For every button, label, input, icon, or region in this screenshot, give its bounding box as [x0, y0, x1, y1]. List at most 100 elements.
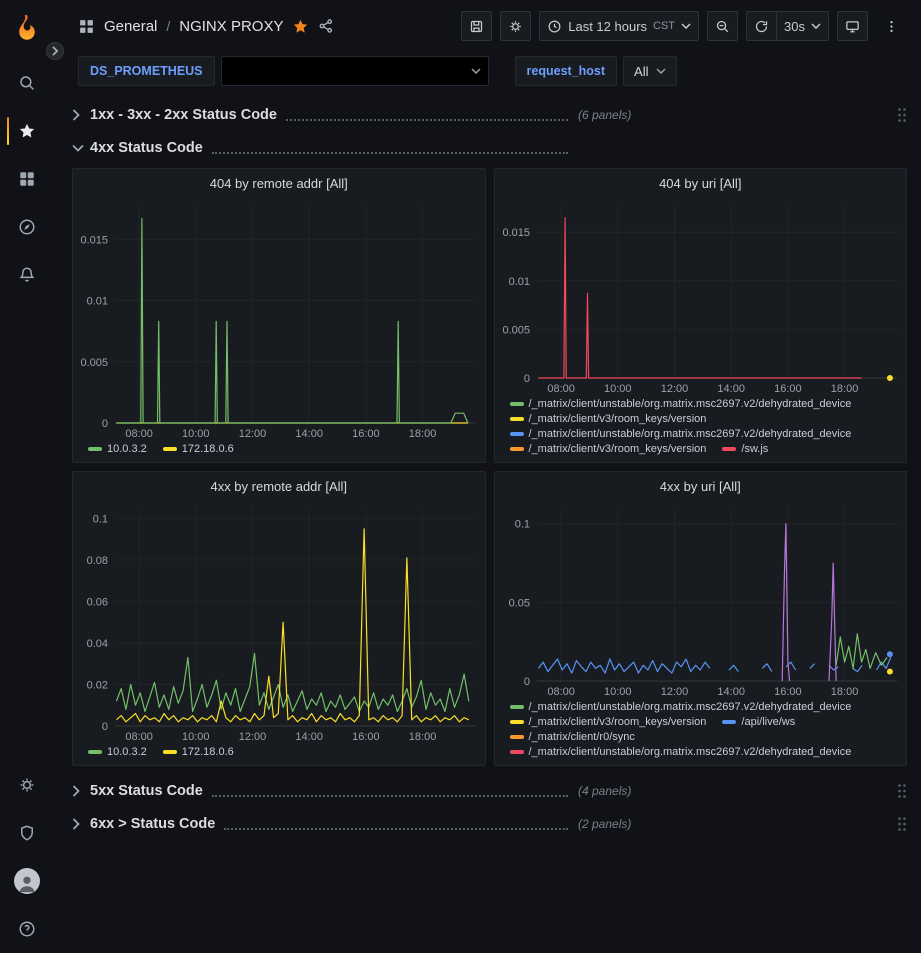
chart-legend: /_matrix/client/unstable/org.matrix.msc2…: [495, 699, 907, 765]
svg-text:08:00: 08:00: [125, 428, 153, 440]
row-drag-handle[interactable]: [897, 107, 907, 123]
series-line: [538, 218, 861, 378]
legend-label: 10.0.3.2: [107, 746, 147, 758]
more-options-button[interactable]: [876, 11, 907, 41]
row-panel-count: (4 panels): [578, 784, 631, 798]
refresh-interval-select[interactable]: 30s: [776, 11, 829, 41]
legend-swatch: [163, 447, 177, 451]
grafana-logo[interactable]: [10, 11, 44, 45]
legend-label: /_matrix/client/unstable/org.matrix.msc2…: [529, 398, 852, 410]
legend-swatch: [510, 720, 524, 724]
sidebar-item-search[interactable]: [5, 59, 49, 107]
sidebar-item-starred[interactable]: [5, 107, 49, 155]
legend-item[interactable]: /sw.js: [722, 443, 768, 455]
variable-ds-value-select[interactable]: [221, 56, 489, 86]
refresh-icon: [754, 19, 769, 34]
timeseries-chart[interactable]: 08:0010:0012:0014:0016:0018:0000.020.040…: [73, 500, 485, 744]
search-icon: [18, 74, 36, 92]
sidebar-item-server-admin[interactable]: [5, 809, 49, 857]
row-header-1xx-3xx-2xx[interactable]: 1xx - 3xx - 2xx Status Code (6 panels): [72, 102, 907, 128]
breadcrumb-section[interactable]: General: [104, 18, 157, 35]
panel-title[interactable]: 4xx by remote addr [All]: [73, 472, 485, 500]
legend-swatch: [510, 735, 524, 739]
legend-item[interactable]: /_matrix/client/unstable/org.matrix.msc2…: [510, 428, 852, 440]
chart-canvas: 08:0010:0012:0014:0016:0018:0000.0050.01…: [73, 197, 485, 441]
share-icon[interactable]: [318, 18, 334, 34]
legend-item[interactable]: 172.18.0.6: [163, 443, 234, 455]
variable-host-label[interactable]: request_host: [515, 56, 618, 86]
breadcrumb-dashboard-title[interactable]: NGINX PROXY: [179, 18, 283, 35]
panel-404-by-uri: 404 by uri [All] 08:0010:0012:0014:0016:…: [494, 168, 908, 463]
row-header-5xx[interactable]: 5xx Status Code (4 panels): [72, 778, 907, 804]
timeseries-chart[interactable]: 08:0010:0012:0014:0016:0018:0000.050.1: [495, 500, 907, 699]
legend-item[interactable]: 10.0.3.2: [88, 746, 147, 758]
time-range-picker[interactable]: Last 12 hours CST: [539, 11, 699, 41]
svg-text:0.005: 0.005: [502, 324, 530, 336]
legend-swatch: [722, 447, 736, 451]
svg-text:18:00: 18:00: [830, 686, 858, 698]
variable-ds-label[interactable]: DS_PROMETHEUS: [78, 56, 215, 86]
legend-swatch: [510, 402, 524, 406]
variable-host-value: All: [634, 64, 648, 79]
svg-text:0: 0: [102, 418, 108, 430]
sidebar-item-profile[interactable]: [5, 857, 49, 905]
panel-4xx-by-uri: 4xx by uri [All] 08:0010:0012:0014:0016:…: [494, 471, 908, 766]
sidebar-item-configuration[interactable]: [5, 761, 49, 809]
breadcrumb-separator: /: [166, 18, 170, 34]
clock-icon: [547, 19, 562, 34]
legend-item[interactable]: /_matrix/client/unstable/org.matrix.msc2…: [510, 746, 852, 758]
svg-text:14:00: 14:00: [295, 428, 323, 440]
row-drag-handle[interactable]: [897, 783, 907, 799]
sidebar-item-alerting[interactable]: [5, 251, 49, 299]
chart-legend: 10.0.3.2 172.18.0.6: [73, 441, 485, 462]
svg-text:14:00: 14:00: [295, 731, 323, 743]
save-dashboard-button[interactable]: [461, 11, 492, 41]
sidebar-item-explore[interactable]: [5, 203, 49, 251]
legend-item[interactable]: /_matrix/client/r0/sync: [510, 731, 635, 743]
legend-item[interactable]: /_matrix/client/v3/room_keys/version: [510, 413, 707, 425]
grafana-app: General / NGINX PROXY: [0, 0, 921, 953]
dashboard-settings-button[interactable]: [500, 11, 531, 41]
legend-item[interactable]: /_matrix/client/v3/room_keys/version: [510, 716, 707, 728]
legend-item[interactable]: 172.18.0.6: [163, 746, 234, 758]
svg-text:0.1: 0.1: [93, 513, 108, 525]
refresh-button[interactable]: [746, 11, 777, 41]
svg-text:0.05: 0.05: [508, 597, 529, 609]
legend-item[interactable]: /api/live/ws: [722, 716, 795, 728]
series-end-dot: [886, 375, 892, 381]
svg-text:12:00: 12:00: [239, 428, 267, 440]
svg-text:0.005: 0.005: [80, 357, 108, 369]
sidebar: [0, 0, 54, 953]
chevron-down-icon: [811, 23, 821, 29]
tv-mode-button[interactable]: [837, 11, 868, 41]
panel-title[interactable]: 404 by uri [All]: [495, 169, 907, 197]
panel-title[interactable]: 4xx by uri [All]: [495, 472, 907, 500]
svg-text:0.06: 0.06: [87, 596, 108, 608]
zoom-out-button[interactable]: [707, 11, 738, 41]
panel-title[interactable]: 404 by remote addr [All]: [73, 169, 485, 197]
svg-text:0: 0: [523, 676, 529, 688]
variable-host-value-select[interactable]: All: [623, 56, 677, 86]
row-drag-handle[interactable]: [897, 816, 907, 832]
svg-text:10:00: 10:00: [182, 428, 210, 440]
sidebar-toggle[interactable]: [46, 42, 64, 60]
sidebar-item-help[interactable]: [5, 905, 49, 953]
legend-item[interactable]: /_matrix/client/v3/room_keys/version: [510, 443, 707, 455]
svg-text:0.1: 0.1: [514, 519, 529, 531]
chart-canvas: 08:0010:0012:0014:0016:0018:0000.0050.01…: [495, 197, 907, 396]
svg-text:18:00: 18:00: [409, 428, 437, 440]
legend-item[interactable]: 10.0.3.2: [88, 443, 147, 455]
svg-text:08:00: 08:00: [125, 731, 153, 743]
row-header-6xx[interactable]: 6xx > Status Code (2 panels): [72, 811, 907, 837]
sidebar-item-dashboards[interactable]: [5, 155, 49, 203]
legend-item[interactable]: /_matrix/client/unstable/org.matrix.msc2…: [510, 398, 852, 410]
row-panel-count: (6 panels): [578, 108, 631, 122]
legend-item[interactable]: /_matrix/client/unstable/org.matrix.msc2…: [510, 701, 852, 713]
row-title: 5xx Status Code: [90, 783, 203, 799]
timeseries-chart[interactable]: 08:0010:0012:0014:0016:0018:0000.0050.01…: [495, 197, 907, 396]
favorite-star-icon[interactable]: [292, 18, 309, 35]
series-line: [116, 219, 468, 424]
timeseries-chart[interactable]: 08:0010:0012:0014:0016:0018:0000.0050.01…: [73, 197, 485, 441]
panel-404-by-remote-addr: 404 by remote addr [All] 08:00 10:00 12:00…: [72, 168, 486, 463]
row-header-4xx[interactable]: 4xx Status Code: [72, 135, 907, 161]
